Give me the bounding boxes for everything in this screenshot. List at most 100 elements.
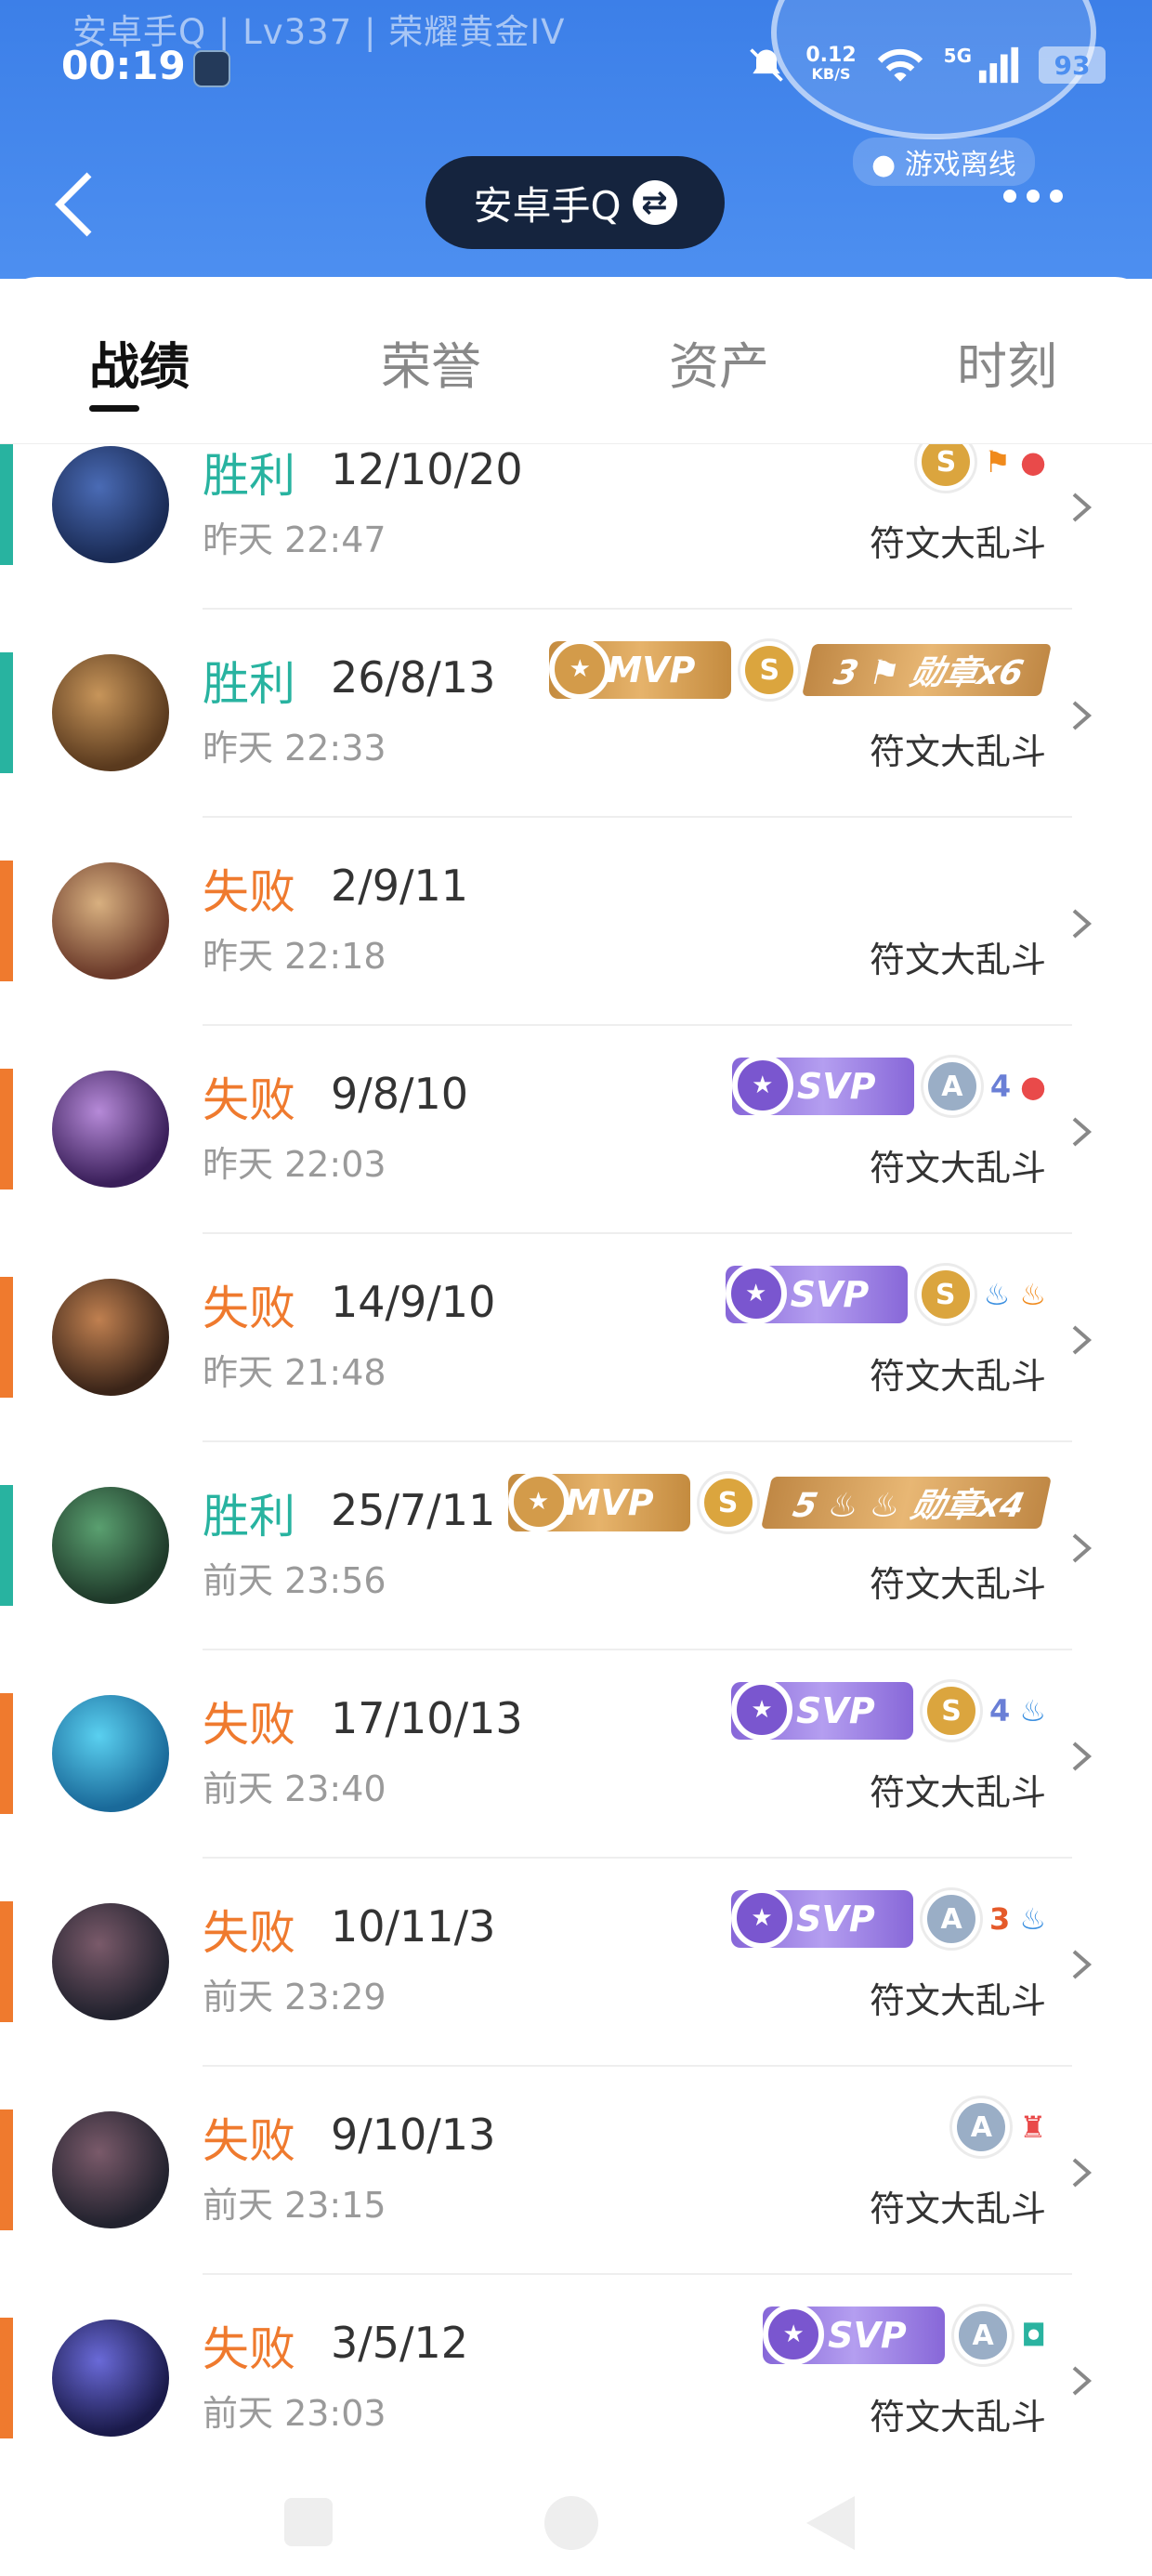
mvp-emblem-icon: ★ — [549, 638, 611, 700]
result-indicator-bar — [0, 1069, 13, 1189]
grade-a-icon: A — [952, 2098, 1011, 2156]
achievement-icon: ♜ — [1019, 2109, 1046, 2145]
back-nav-button[interactable] — [806, 2496, 855, 2550]
account-switcher[interactable]: 安卓手Q ⇄ — [425, 156, 725, 249]
match-time: 前天 23:29 — [203, 1977, 386, 2017]
match-time: 昨天 22:47 — [203, 519, 386, 560]
home-button[interactable] — [544, 2496, 598, 2550]
result-indicator-bar — [0, 2109, 13, 2230]
match-row[interactable]: 胜利 12/10/20 昨天 22:47 符文大乱斗 S ⚑ ● — [0, 444, 1152, 610]
achievement-icon: 3 — [989, 1901, 1011, 1937]
achievement-icon: ◘ — [1021, 2318, 1046, 2353]
grade-a-icon: A — [954, 2307, 1013, 2364]
match-row[interactable]: 失败 9/8/10 昨天 22:03 符文大乱斗 ★ SVP A 4 ● — [0, 1026, 1152, 1234]
match-time: 昨天 22:18 — [203, 936, 386, 977]
match-result: 失败 — [203, 2322, 295, 2376]
match-list[interactable]: 胜利 12/10/20 昨天 22:47 符文大乱斗 S ⚑ ● 胜利 26/8/13 昨天 22… — [0, 444, 1152, 2461]
grade-s-icon: S — [740, 641, 799, 699]
match-badges: ★ SVP A 4 ● — [731, 1054, 1046, 1119]
chevron-right-icon — [1072, 701, 1093, 730]
match-badges: ★ SVP S 4 ♨ — [731, 1678, 1046, 1743]
result-indicator-bar — [0, 861, 13, 981]
match-mode: 符文大乱斗 — [869, 940, 1046, 980]
svp-badge: ★ SVP — [763, 2304, 946, 2365]
result-indicator-bar — [0, 1901, 13, 2022]
match-row[interactable]: 失败 14/9/10 昨天 21:48 符文大乱斗 ★ SVP S ♨ ♨ — [0, 1234, 1152, 1442]
match-badges: ★ MVP S 5 ♨ ♨ 勋章x4 — [507, 1470, 1052, 1535]
hero-avatar — [52, 654, 169, 771]
match-mode: 符文大乱斗 — [869, 1980, 1046, 2021]
match-row[interactable]: 失败 17/10/13 前天 23:40 符文大乱斗 ★ SVP S 4 ♨ — [0, 1650, 1152, 1859]
match-badges: S ⚑ ● — [917, 444, 1046, 494]
app-notification-icon — [193, 50, 230, 87]
match-mode: 符文大乱斗 — [869, 1148, 1046, 1189]
achievement-icon: ♨ — [1019, 1693, 1046, 1728]
grade-s-icon: S — [917, 444, 975, 491]
wifi-icon — [877, 48, 923, 82]
match-kda: 26/8/13 — [331, 652, 496, 703]
grade-s-icon: S — [923, 1682, 981, 1740]
tab-moments[interactable]: 时刻 — [957, 325, 1057, 399]
match-kda: 9/10/13 — [331, 2109, 496, 2160]
mute-bell-icon — [750, 48, 784, 82]
match-row[interactable]: 失败 10/11/3 前天 23:29 符文大乱斗 ★ SVP A 3 ♨ — [0, 1859, 1152, 2067]
achievement-icon: ♨ — [983, 1277, 1011, 1312]
tab-honor[interactable]: 荣誉 — [381, 325, 481, 399]
svp-badge: ★ SVP — [725, 1263, 908, 1324]
status-icons: 0.12 KB/S 5G 93 — [746, 45, 1106, 85]
hero-avatar — [52, 1903, 169, 2020]
match-time: 昨天 22:33 — [203, 728, 386, 769]
mvp-emblem-icon: ★ — [507, 1471, 569, 1532]
achievement-icon: 4 — [989, 1693, 1011, 1728]
result-indicator-bar — [0, 1485, 13, 1606]
match-badges: ★ MVP S 3 ⚑ 勋章x6 — [549, 637, 1052, 703]
back-button[interactable] — [48, 167, 104, 242]
mvp-label: MVP — [607, 650, 696, 690]
hero-avatar — [52, 1695, 169, 1812]
achievement-icon: ♨ — [1019, 1277, 1046, 1312]
achievement-icon: 4 — [989, 1069, 1012, 1104]
achievement-icon: ● — [1020, 1069, 1046, 1104]
match-result: 胜利 — [203, 1490, 295, 1544]
hero-avatar — [52, 1487, 169, 1604]
tab-record[interactable]: 战绩 — [89, 325, 190, 399]
match-badges: ★ SVP S ♨ ♨ — [725, 1262, 1046, 1327]
match-row[interactable]: 失败 3/5/12 前天 23:03 符文大乱斗 ★ SVP A ◘ — [0, 2275, 1152, 2461]
svp-emblem-icon: ★ — [731, 1887, 793, 1949]
chevron-right-icon — [1072, 1533, 1093, 1563]
result-indicator-bar — [0, 444, 13, 565]
recents-button[interactable] — [284, 2498, 333, 2546]
grade-a-icon: A — [923, 1890, 981, 1948]
tab-assets[interactable]: 资产 — [669, 325, 769, 399]
svp-badge: ★ SVP — [731, 1887, 914, 1949]
battery-indicator: 93 — [1039, 46, 1106, 84]
match-row[interactable]: 胜利 26/8/13 昨天 22:33 符文大乱斗 ★ MVP S 3 ⚑ 勋章x6 — [0, 610, 1152, 818]
achievement-icon: ● — [1020, 444, 1046, 480]
more-button[interactable] — [1003, 190, 1063, 203]
match-kda: 25/7/11 — [331, 1485, 496, 1535]
match-mode: 符文大乱斗 — [869, 2188, 1046, 2229]
match-row[interactable]: 失败 2/9/11 昨天 22:18 符文大乱斗 — [0, 818, 1152, 1026]
chevron-right-icon — [1072, 1950, 1093, 1979]
match-row[interactable]: 失败 9/10/13 前天 23:15 符文大乱斗 A ♜ — [0, 2067, 1152, 2275]
chevron-right-icon — [1072, 493, 1093, 522]
chevron-left-icon — [55, 172, 92, 237]
match-kda: 3/5/12 — [331, 2318, 469, 2368]
result-indicator-bar — [0, 2318, 13, 2438]
svp-label: SVP — [796, 1066, 876, 1107]
match-time: 前天 23:15 — [203, 2185, 386, 2226]
hero-avatar — [52, 1071, 169, 1188]
match-mode: 符文大乱斗 — [869, 523, 1046, 564]
match-result: 失败 — [203, 2114, 295, 2168]
chevron-right-icon — [1072, 909, 1093, 939]
match-kda: 17/10/13 — [331, 1693, 523, 1743]
chevron-right-icon — [1072, 1117, 1093, 1147]
match-result: 胜利 — [203, 657, 295, 711]
hero-avatar — [52, 862, 169, 979]
account-name: 安卓手Q — [473, 182, 622, 229]
hero-avatar — [52, 1279, 169, 1396]
match-mode: 符文大乱斗 — [869, 2397, 1046, 2438]
chevron-right-icon — [1072, 2366, 1093, 2396]
chevron-right-icon — [1072, 2158, 1093, 2188]
match-row[interactable]: 胜利 25/7/11 前天 23:56 符文大乱斗 ★ MVP S 5 ♨ ♨ 勋章x4 — [0, 1442, 1152, 1650]
